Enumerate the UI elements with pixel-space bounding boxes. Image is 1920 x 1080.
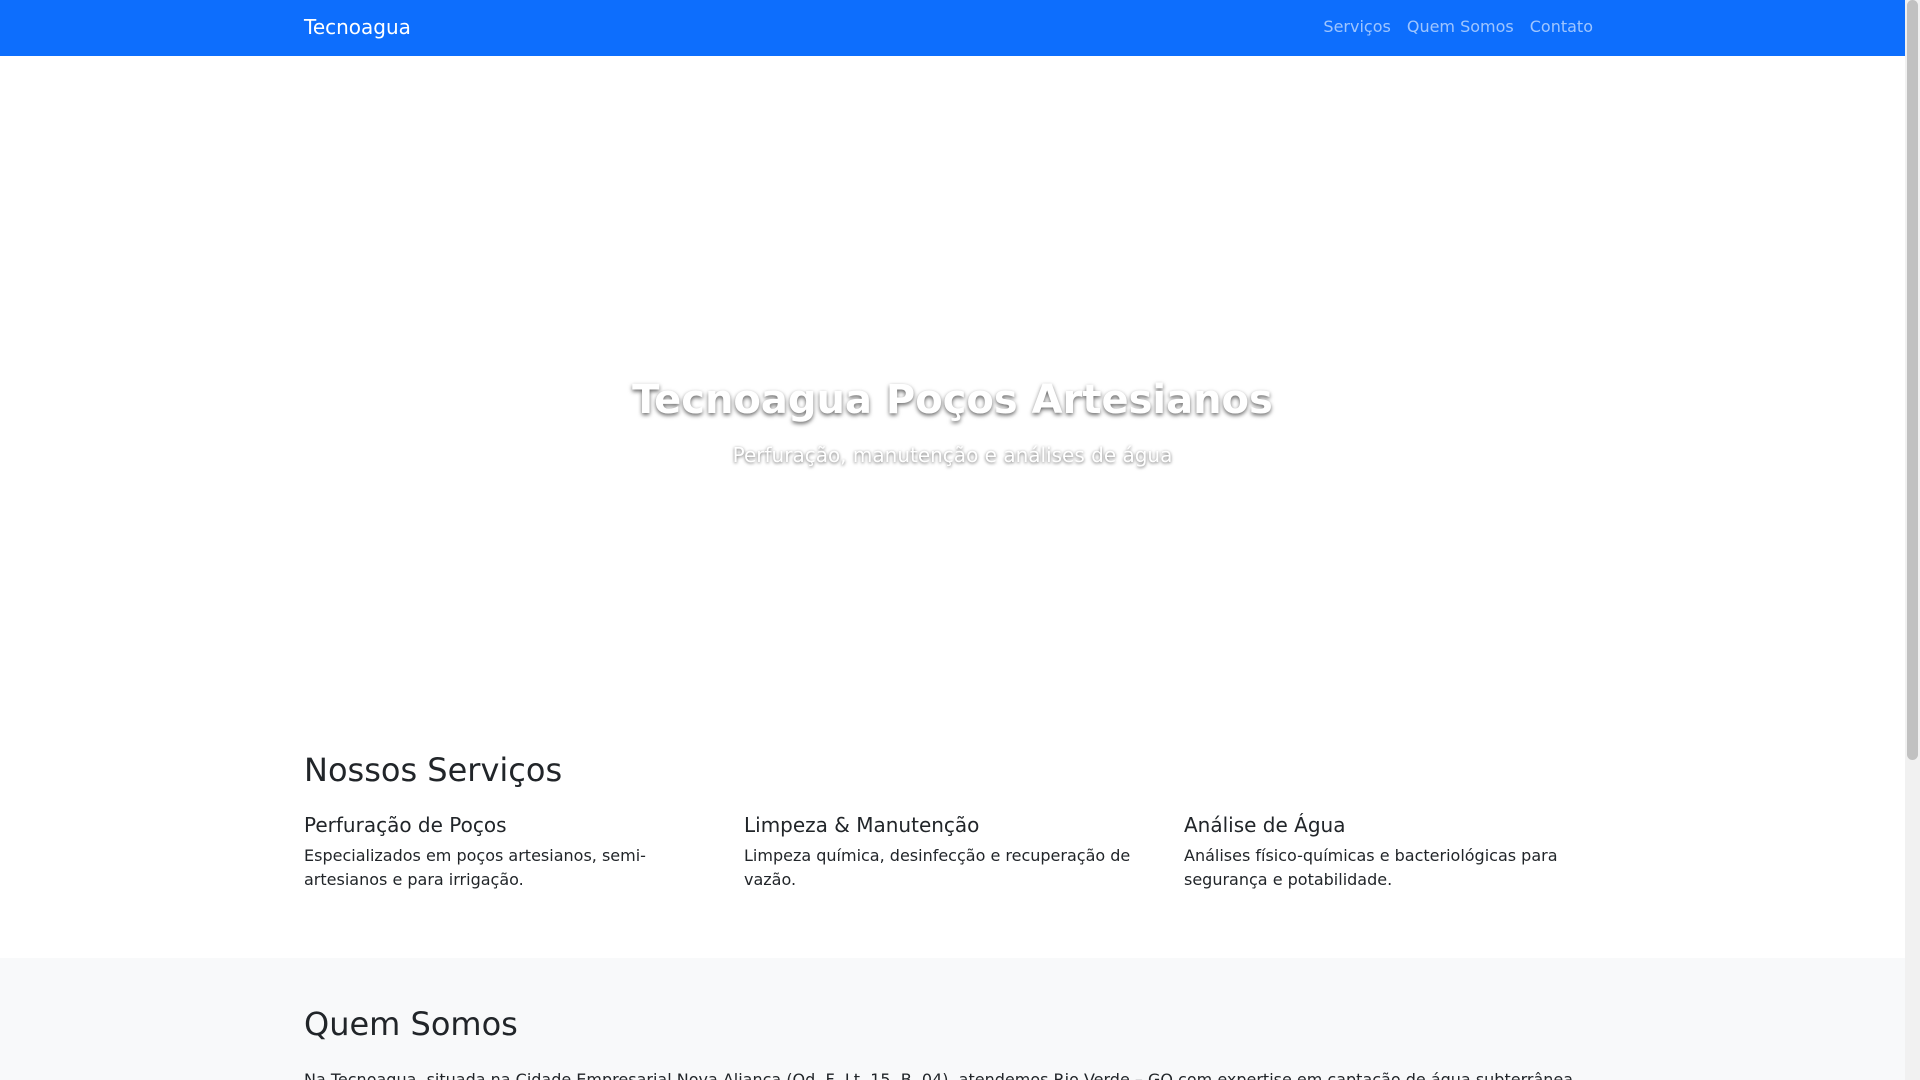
- service-card-limpeza: Limpeza & Manutenção Limpeza química, de…: [744, 812, 1154, 892]
- nav-links: Serviços Quem Somos Contato: [1315, 16, 1593, 38]
- service-card-perfuracao: Perfuração de Poços Especializados em po…: [304, 812, 714, 892]
- nav-link-quem-somos[interactable]: Quem Somos: [1399, 16, 1522, 38]
- service-description: Análises físico-químicas e bacteriológic…: [1184, 846, 1558, 889]
- hero-title: Tecnoagua Poços Artesianos: [632, 377, 1273, 423]
- nav-link-contato[interactable]: Contato: [1522, 16, 1593, 38]
- service-card-analise: Análise de Água Análises físico-químicas…: [1184, 812, 1594, 892]
- scrollbar-thumb[interactable]: [1907, 0, 1918, 760]
- service-title: Limpeza & Manutenção: [744, 813, 980, 837]
- about-title: Quem Somos: [304, 1005, 518, 1043]
- brand-link[interactable]: Tecnoagua: [304, 15, 411, 40]
- nav-link-servicos[interactable]: Serviços: [1315, 16, 1398, 38]
- hero-section: Tecnoagua Poços Artesianos Perfuração, m…: [0, 56, 1905, 656]
- page: Tecnoagua Serviços Quem Somos Contato Te…: [0, 0, 1905, 1080]
- hero-subtitle: Perfuração, manutenção e análises de águ…: [732, 443, 1173, 467]
- services-title: Nossos Serviços: [304, 751, 563, 789]
- navbar: Tecnoagua Serviços Quem Somos Contato: [0, 0, 1905, 56]
- service-description: Limpeza química, desinfecção e recuperaç…: [744, 846, 1131, 889]
- service-description: Especializados em poços artesianos, semi…: [304, 846, 646, 889]
- service-title: Perfuração de Poços: [304, 813, 507, 837]
- about-text: Na Tecnoagua, situada na Cidade Empresar…: [304, 1070, 1574, 1080]
- about-section: Quem Somos Na Tecnoagua, situada na Cida…: [0, 958, 1905, 1080]
- service-title: Análise de Água: [1184, 813, 1346, 837]
- services-section: Nossos Serviços Perfuração de Poços Espe…: [0, 656, 1905, 958]
